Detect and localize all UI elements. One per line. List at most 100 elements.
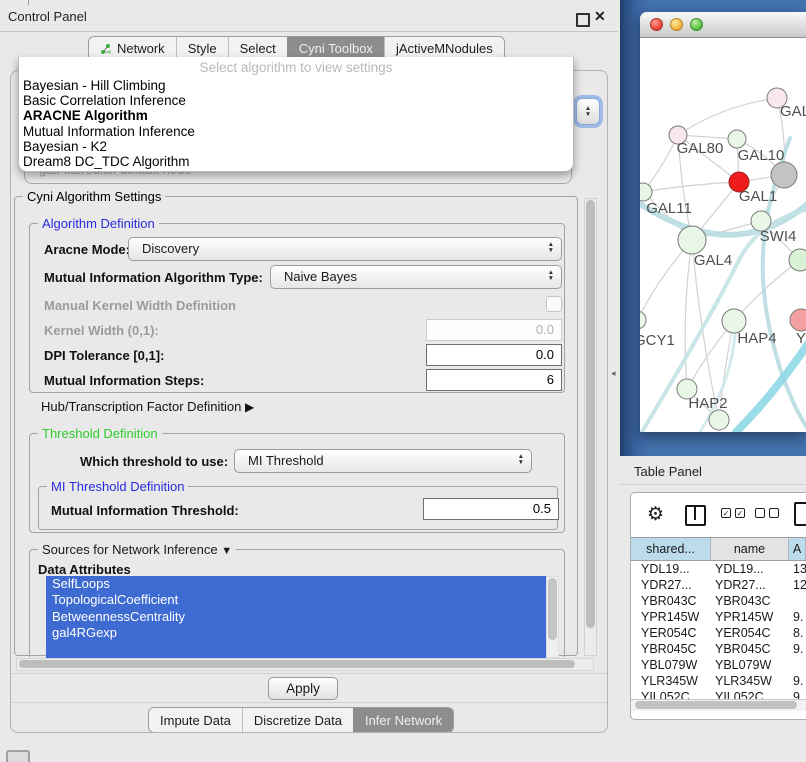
node-label: HAP2 — [688, 395, 727, 412]
table-cell: 12 — [789, 577, 806, 593]
table-row[interactable]: YDL19...YDL19...13 — [631, 561, 806, 577]
node-label: GAL — [780, 103, 806, 120]
minimized-panel-icon[interactable] — [6, 750, 30, 762]
table-row[interactable]: YBR043CYBR043C — [631, 593, 806, 609]
titlebar-divider — [0, 31, 618, 32]
network-tab-icon — [100, 43, 112, 55]
table-cell: YBR043C — [711, 593, 789, 609]
network-node[interactable] — [771, 162, 797, 188]
table-panel: ⚙ ✓ ✓ shared...nameA YDL19...YDL19...13Y… — [630, 492, 806, 720]
table-cell: YLR345W — [711, 673, 789, 689]
algorithm-option[interactable]: Dream8 DC_TDC Algorithm — [19, 154, 573, 169]
deselect-all-icon[interactable] — [755, 508, 779, 518]
table-cell: YDL19... — [631, 561, 711, 577]
table-cell: 13 — [789, 561, 806, 577]
table-row[interactable]: YLR345WYLR345W9. — [631, 673, 806, 689]
table-body: YDL19...YDL19...13YDR27...YDR27...12YBR0… — [631, 561, 806, 699]
table-cell: 9. — [789, 641, 806, 657]
table-cell: YDR27... — [711, 577, 789, 593]
table-row[interactable]: YIL052CYIL052C9. — [631, 689, 806, 699]
table-toolbar: ⚙ ✓ ✓ — [631, 493, 806, 537]
column-layout-icon[interactable] — [685, 505, 706, 526]
application-window: Control Panel ✕ NetworkStyleSelectCyni T… — [0, 0, 806, 762]
checked-box-icon: ✓ — [735, 508, 745, 518]
table-row[interactable]: YPR145WYPR145W9. — [631, 609, 806, 625]
algorithm-placeholder: Select algorithm to view settings — [19, 57, 573, 78]
table-horizontal-scrollbar[interactable] — [631, 699, 806, 711]
table-cell: 8. — [789, 625, 806, 641]
table-column-header[interactable]: A — [789, 538, 806, 560]
network-edge-highlight — [736, 338, 806, 432]
table-cell: YLR345W — [631, 673, 711, 689]
table-cell: YIL052C — [711, 689, 789, 699]
table-cell — [789, 593, 806, 609]
table-cell: YBR043C — [631, 593, 711, 609]
table-column-header[interactable]: shared... — [631, 538, 711, 560]
scrollbar-thumb[interactable] — [635, 701, 797, 709]
minimize-window-button[interactable] — [670, 18, 683, 31]
network-node-y[interactable] — [790, 309, 806, 331]
node-label: GAL10 — [738, 147, 785, 164]
close-panel-icon[interactable]: ✕ — [594, 8, 606, 25]
network-view-window[interactable]: GAL GAL80 GAL10 GAL1 GAL11 SWI4 GAL4 GCY1 HAP4 Y H… — [640, 12, 806, 432]
algorithm-option[interactable]: Basic Correlation Inference — [19, 93, 573, 108]
split-pane-collapse-icon[interactable]: ◂ — [611, 368, 616, 379]
table-row[interactable]: YER054CYER054C8. — [631, 625, 806, 641]
algorithm-option[interactable]: ARACNE Algorithm — [19, 108, 573, 123]
unchecked-box-icon — [769, 508, 779, 518]
table-cell: 9. — [789, 673, 806, 689]
network-window-titlebar[interactable] — [640, 12, 806, 38]
table-cell: YBR045C — [631, 641, 711, 657]
table-row[interactable]: YBR045CYBR045C9. — [631, 641, 806, 657]
network-node[interactable] — [789, 249, 806, 271]
table-cell: YDR27... — [631, 577, 711, 593]
unchecked-box-icon — [755, 508, 765, 518]
checked-box-icon: ✓ — [721, 508, 731, 518]
node-label: HAP4 — [737, 330, 776, 347]
table-cell: YPR145W — [631, 609, 711, 625]
algorithm-option[interactable]: Bayesian - Hill Climbing — [19, 78, 573, 93]
table-row[interactable]: YBL079WYBL079W — [631, 657, 806, 673]
table-cell: YBR045C — [711, 641, 789, 657]
table-column-header[interactable]: name — [711, 538, 789, 560]
network-graph: GAL GAL80 GAL10 GAL1 GAL11 SWI4 GAL4 GCY1 HAP4 Y H… — [640, 38, 806, 432]
network-edge — [643, 135, 678, 192]
zoom-window-button[interactable] — [690, 18, 703, 31]
algorithm-option[interactable]: Mutual Information Inference — [19, 124, 573, 139]
table-cell: YBL079W — [631, 657, 711, 673]
table-cell: 9. — [789, 609, 806, 625]
table-cell: 9. — [789, 689, 806, 699]
node-label: SWI4 — [760, 228, 797, 245]
table-cell: YBL079W — [711, 657, 789, 673]
table-cell: YER054C — [711, 625, 789, 641]
node-label: GAL1 — [739, 188, 777, 205]
table-cell: YPR145W — [711, 609, 789, 625]
float-panel-icon[interactable] — [576, 13, 590, 27]
node-label: GCY1 — [640, 332, 675, 349]
network-edge — [643, 182, 739, 192]
network-edge — [685, 240, 692, 389]
export-table-icon[interactable] — [794, 502, 806, 526]
table-cell — [789, 657, 806, 673]
table-panel-title: Table Panel — [620, 458, 806, 485]
node-label: GAL80 — [677, 140, 724, 157]
node-label: GAL11 — [646, 200, 692, 217]
node-label: Y — [796, 330, 806, 347]
network-node[interactable] — [709, 410, 729, 430]
table-row[interactable]: YDR27...YDR27...12 — [631, 577, 806, 593]
algorithm-dropdown-list: Select algorithm to view settings Bayesi… — [18, 57, 574, 172]
close-window-button[interactable] — [650, 18, 663, 31]
network-edge — [678, 98, 777, 135]
node-label: GAL4 — [694, 252, 732, 269]
network-node-gcy1[interactable] — [640, 311, 646, 329]
table-cell: YER054C — [631, 625, 711, 641]
network-node-gal4[interactable] — [678, 226, 706, 254]
spinner-down-icon: ▼ — [585, 112, 591, 118]
network-canvas[interactable]: GAL GAL80 GAL10 GAL1 GAL11 SWI4 GAL4 GCY1 HAP4 Y H… — [640, 38, 806, 432]
table-cell: YDL19... — [711, 561, 789, 577]
algorithm-option[interactable]: Bayesian - K2 — [19, 139, 573, 154]
network-node-gal10[interactable] — [728, 130, 746, 148]
algorithm-combobox-spinner[interactable]: ▲ ▼ — [576, 98, 600, 125]
table-settings-gear-icon[interactable]: ⚙ — [647, 503, 664, 526]
select-all-icon[interactable]: ✓ ✓ — [721, 508, 745, 518]
